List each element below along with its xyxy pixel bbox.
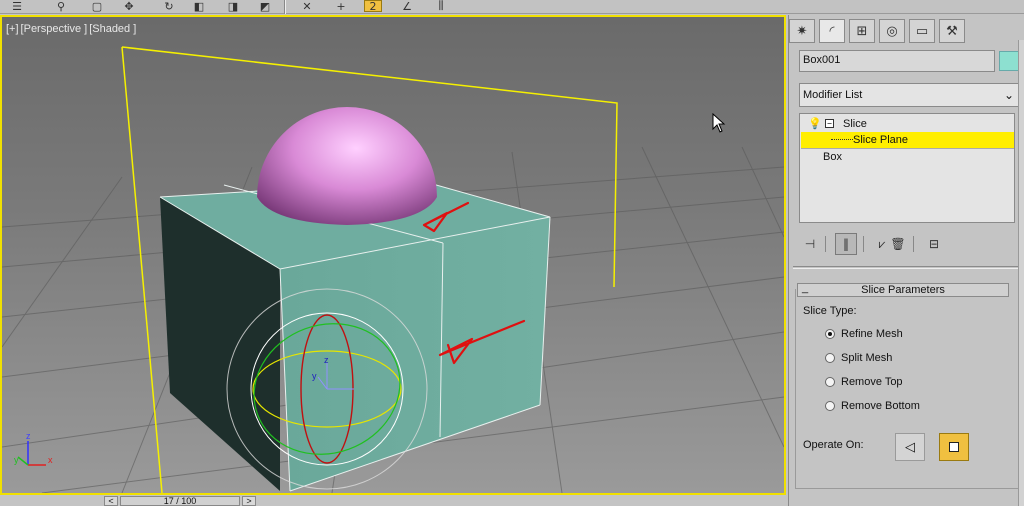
- square-icon: [949, 442, 959, 452]
- display-icon: ▭: [915, 23, 929, 39]
- radio-label: Remove Bottom: [841, 400, 920, 412]
- link-icon[interactable]: ⚲: [52, 0, 70, 13]
- scale-icon[interactable]: ◧: [190, 0, 208, 13]
- modify-icon: ◜: [829, 23, 835, 39]
- pivot-icon[interactable]: ◩: [256, 0, 274, 13]
- scene-canvas: z y z y x: [2, 46, 784, 493]
- stack-item-box-label: Box: [823, 151, 842, 163]
- stack-item-slice-label: Slice: [843, 118, 867, 130]
- rollout-title: Slice Parameters: [861, 284, 945, 296]
- hierarchy-tab[interactable]: ⊞: [849, 19, 875, 43]
- stack-item-slice[interactable]: 💡 − Slice: [801, 116, 1014, 132]
- toolbar-separator: [284, 0, 286, 14]
- stack-toolbar-separator: [913, 236, 914, 252]
- radio-label: Split Mesh: [841, 352, 893, 364]
- time-slider: < 17 / 100 >: [0, 495, 786, 506]
- hierarchy-icon: ⊞: [856, 23, 868, 39]
- radio-button[interactable]: [825, 401, 835, 411]
- command-panel-tabs: ✷ ◜ ⊞ ◎ ▭ ⚒: [789, 19, 1024, 43]
- stack-toolbar-separator: [825, 236, 826, 252]
- sphere-object[interactable]: [257, 107, 437, 225]
- gizmo-z-label: z: [324, 355, 329, 365]
- close-icon[interactable]: ✕: [298, 0, 316, 13]
- modifier-list-dropdown[interactable]: Modifier List ⌄: [799, 83, 1021, 107]
- axis-y-label: y: [14, 455, 19, 465]
- stack-toolbar-separator: [863, 236, 864, 252]
- snap-toggle-button[interactable]: 2: [364, 0, 382, 13]
- command-panel: ✷ ◜ ⊞ ◎ ▭ ⚒ Box001 Modifier List ⌄ 💡 − S…: [788, 15, 1024, 506]
- radio-button[interactable]: [825, 377, 835, 387]
- stack-item-slice-plane-label: Slice Plane: [853, 134, 909, 146]
- modifier-list-label: Modifier List: [803, 89, 863, 101]
- percent-snap-icon[interactable]: ⫼: [432, 0, 450, 12]
- select-list-icon[interactable]: ☰: [8, 0, 26, 13]
- rotate-icon[interactable]: ↻: [160, 0, 178, 13]
- pin-stack-icon[interactable]: ⊣: [799, 233, 821, 255]
- object-name-field[interactable]: Box001: [799, 50, 995, 72]
- display-tab[interactable]: ▭: [909, 19, 935, 43]
- triangle-icon: ◁: [905, 439, 915, 455]
- snap-label: 2: [369, 0, 377, 13]
- motion-tab[interactable]: ◎: [879, 19, 905, 43]
- perspective-viewport[interactable]: z y z y x [+] [Perspective ] [Shaded ]: [0, 15, 786, 495]
- viewport-menu-plus[interactable]: [+]: [6, 23, 19, 35]
- select-filter-icon[interactable]: ◨: [224, 0, 242, 13]
- hammer-icon: ⚒: [946, 23, 958, 39]
- slice-type-label: Slice Type:: [803, 305, 857, 317]
- chevron-down-icon[interactable]: ⌄: [1000, 86, 1018, 104]
- operate-on-label: Operate On:: [803, 439, 864, 451]
- axis-z-label: z: [26, 431, 31, 441]
- axis-x-label: x: [48, 455, 53, 465]
- time-slider-thumb[interactable]: 17 / 100: [120, 496, 240, 506]
- radio-refine-mesh[interactable]: Refine Mesh: [825, 327, 903, 341]
- gizmo-y-label: y: [312, 371, 317, 381]
- rollout-collapse-icon[interactable]: _: [802, 282, 808, 294]
- tree-connector: [831, 139, 853, 140]
- move-icon[interactable]: ✥: [120, 0, 138, 13]
- axis-tripod: [17, 441, 46, 466]
- plus-icon[interactable]: +: [332, 0, 350, 13]
- radio-button[interactable]: [825, 353, 835, 363]
- collapse-icon[interactable]: −: [825, 119, 834, 128]
- radio-button[interactable]: [825, 329, 835, 339]
- stack-item-box[interactable]: Box: [801, 149, 1014, 165]
- viewport-label[interactable]: [+] [Perspective ] [Shaded ]: [6, 23, 138, 35]
- operate-on-faces-button[interactable]: ◁: [895, 433, 925, 461]
- radio-label: Remove Top: [841, 376, 903, 388]
- stack-item-slice-plane[interactable]: Slice Plane: [801, 132, 1014, 148]
- time-next-button[interactable]: >: [242, 496, 256, 506]
- show-end-result-icon[interactable]: ‖: [835, 233, 857, 255]
- mouse-cursor-icon: [712, 113, 726, 133]
- radio-label: Refine Mesh: [841, 328, 903, 340]
- create-icon: ✷: [796, 23, 808, 39]
- panel-divider: [793, 266, 1021, 269]
- radio-remove-bottom[interactable]: Remove Bottom: [825, 399, 920, 413]
- max-window: ☰ ⚲ ▢ ✥ ↻ ◧ ◨ ◩ ✕ + 2 ∠ ⫼ z y z y x [+] …: [0, 0, 1024, 506]
- lightbulb-icon[interactable]: 💡: [808, 116, 822, 132]
- panel-scrollbar[interactable]: [1018, 40, 1024, 506]
- modify-tab[interactable]: ◜: [819, 19, 845, 43]
- motion-icon: ◎: [886, 23, 898, 39]
- viewport-menu-shading[interactable]: [Shaded ]: [89, 23, 136, 35]
- stack-toolbar: ⊣ ‖ ⩗ 🗑 ⊟: [799, 233, 1015, 255]
- select-region-icon[interactable]: ▢: [88, 0, 106, 13]
- angle-snap-icon[interactable]: ∠: [398, 0, 416, 13]
- operate-on-polygons-button[interactable]: [939, 433, 969, 461]
- viewport-menu-pov[interactable]: [Perspective ]: [21, 23, 88, 35]
- utilities-tab[interactable]: ⚒: [939, 19, 965, 43]
- time-prev-button[interactable]: <: [104, 496, 118, 506]
- modifier-stack: 💡 − Slice Slice Plane Box: [799, 113, 1015, 223]
- radio-remove-top[interactable]: Remove Top: [825, 375, 903, 389]
- main-toolbar: ☰ ⚲ ▢ ✥ ↻ ◧ ◨ ◩ ✕ + 2 ∠ ⫼: [0, 0, 1024, 14]
- radio-split-mesh[interactable]: Split Mesh: [825, 351, 892, 365]
- rollout-header[interactable]: _ Slice Parameters: [797, 282, 1009, 297]
- remove-modifier-icon[interactable]: 🗑: [887, 233, 909, 255]
- configure-sets-icon[interactable]: ⊟: [923, 233, 945, 255]
- create-tab[interactable]: ✷: [789, 19, 815, 43]
